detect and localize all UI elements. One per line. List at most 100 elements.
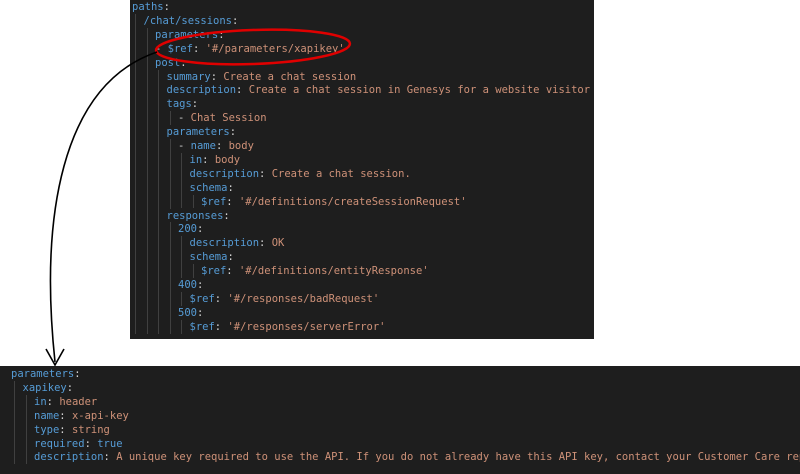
yaml-key: $ref — [201, 265, 227, 278]
arrowhead-icon — [45, 348, 65, 367]
code-line: summary: Create a chat session — [167, 70, 357, 84]
code-line: 500: — [178, 306, 203, 320]
indent-guide — [146, 27, 148, 334]
yaml-key: 200 — [178, 223, 197, 236]
code-line: $ref: '#/definitions/entityResponse' — [201, 264, 429, 278]
separator: : — [227, 251, 234, 264]
yaml-key: parameters — [166, 126, 230, 139]
code-line: description: Create a chat session. — [190, 167, 411, 181]
code-line: description: Create a chat session in Ge… — [167, 83, 595, 97]
separator: : — [59, 409, 72, 422]
yaml-value: Chat Session — [190, 112, 267, 125]
separator: : — [46, 395, 60, 408]
code-line: description: A unique key required to us… — [34, 450, 800, 464]
yaml-key: description — [166, 84, 237, 97]
yaml-key: 400 — [178, 279, 197, 291]
separator: : — [191, 98, 199, 111]
yaml-key: description — [189, 167, 260, 180]
yaml-key: summary — [166, 70, 211, 83]
yaml-key: responses — [166, 209, 224, 222]
code-line: schema: — [190, 181, 234, 195]
yaml-key: name — [34, 409, 60, 422]
separator: : — [218, 28, 225, 41]
list-dash: - — [178, 140, 191, 152]
yaml-key: in — [189, 153, 203, 166]
indent-guide — [192, 194, 194, 209]
yaml-value: '#/responses/serverError' — [227, 320, 386, 333]
indent-guide — [25, 394, 27, 465]
code-line: 400: — [178, 278, 203, 292]
indent-guide — [135, 13, 136, 334]
separator: : — [210, 70, 224, 83]
yaml-value: '#/parameters/xapikey' — [205, 42, 345, 55]
code-line: parameters: — [167, 125, 237, 139]
indent-guide — [169, 139, 171, 209]
yaml-key: 500 — [178, 306, 197, 319]
code-line: 200: — [178, 222, 203, 236]
paths-yaml-snippet: paths:/chat/sessions: parameters: - $ref: … — [130, 0, 594, 339]
yaml-key: description — [34, 451, 104, 464]
indent-guide — [158, 69, 159, 334]
yaml-key: in — [34, 395, 47, 408]
separator: : — [196, 223, 204, 236]
yaml-value: true — [97, 437, 123, 450]
code-line: parameters: — [11, 367, 81, 381]
list-dash: - — [178, 112, 191, 125]
yaml-key: required — [34, 437, 85, 450]
yaml-key: tags — [166, 98, 192, 111]
yaml-value: '#/responses/badRequest' — [227, 292, 380, 305]
parameters-yaml-snippet: parameters: xapikey: in: header name: x-api… — [0, 366, 800, 474]
code-line: - Chat Session — [178, 111, 267, 125]
code-line: description: OK — [190, 236, 285, 250]
separator: : — [215, 140, 229, 152]
yaml-value: '#/definitions/createSessionRequest' — [238, 195, 467, 208]
separator: : — [226, 195, 239, 208]
code-line: post: — [155, 56, 187, 70]
indent-guide — [181, 152, 182, 209]
indent-guide — [192, 264, 194, 278]
separator: : — [223, 209, 230, 222]
yaml-value: Create a chat session. — [271, 167, 411, 180]
separator: : — [163, 1, 170, 13]
yaml-key: name — [190, 140, 216, 152]
yaml-value: string — [71, 423, 110, 436]
separator: : — [214, 292, 228, 305]
indent-guide — [181, 236, 182, 278]
yaml-key: parameters — [11, 368, 75, 380]
separator: : — [202, 153, 215, 166]
yaml-value: OK — [271, 237, 285, 250]
yaml-key: xapikey — [22, 381, 67, 394]
indent-guide — [181, 319, 182, 334]
code-line: name: x-api-key — [34, 409, 129, 423]
separator: : — [180, 56, 187, 69]
code-line: $ref: '#/responses/badRequest' — [190, 292, 380, 306]
yaml-key: type — [34, 423, 60, 436]
separator: : — [259, 167, 272, 180]
code-line: tags: — [167, 97, 199, 111]
yaml-key: $ref — [189, 320, 215, 333]
separator: : — [192, 42, 206, 55]
separator: : — [259, 237, 272, 250]
indent-guide — [14, 380, 15, 465]
separator: : — [59, 423, 72, 436]
code-line: - $ref: '#/parameters/xapikey' — [155, 42, 345, 56]
code-line: in: header — [34, 395, 97, 409]
yaml-key: description — [189, 237, 260, 250]
yaml-value: '#/definitions/entityResponse' — [238, 265, 429, 278]
separator: : — [103, 451, 117, 464]
yaml-value: Create a chat session in Genesys for a w… — [248, 84, 591, 97]
code-line: in: body — [190, 153, 241, 167]
yaml-value: x-api-key — [71, 409, 129, 422]
yaml-value: header — [59, 395, 98, 408]
yaml-key: post — [155, 56, 181, 69]
separator: : — [226, 265, 239, 278]
separator: : — [232, 14, 239, 27]
indent-guide — [181, 291, 182, 306]
code-line: type: string — [34, 423, 110, 437]
code-line: xapikey: — [23, 381, 74, 395]
yaml-key: schema — [189, 251, 228, 264]
separator: : — [196, 279, 204, 291]
code-line: required: true — [34, 437, 123, 451]
yaml-key: schema — [189, 181, 228, 194]
separator: : — [227, 181, 234, 194]
